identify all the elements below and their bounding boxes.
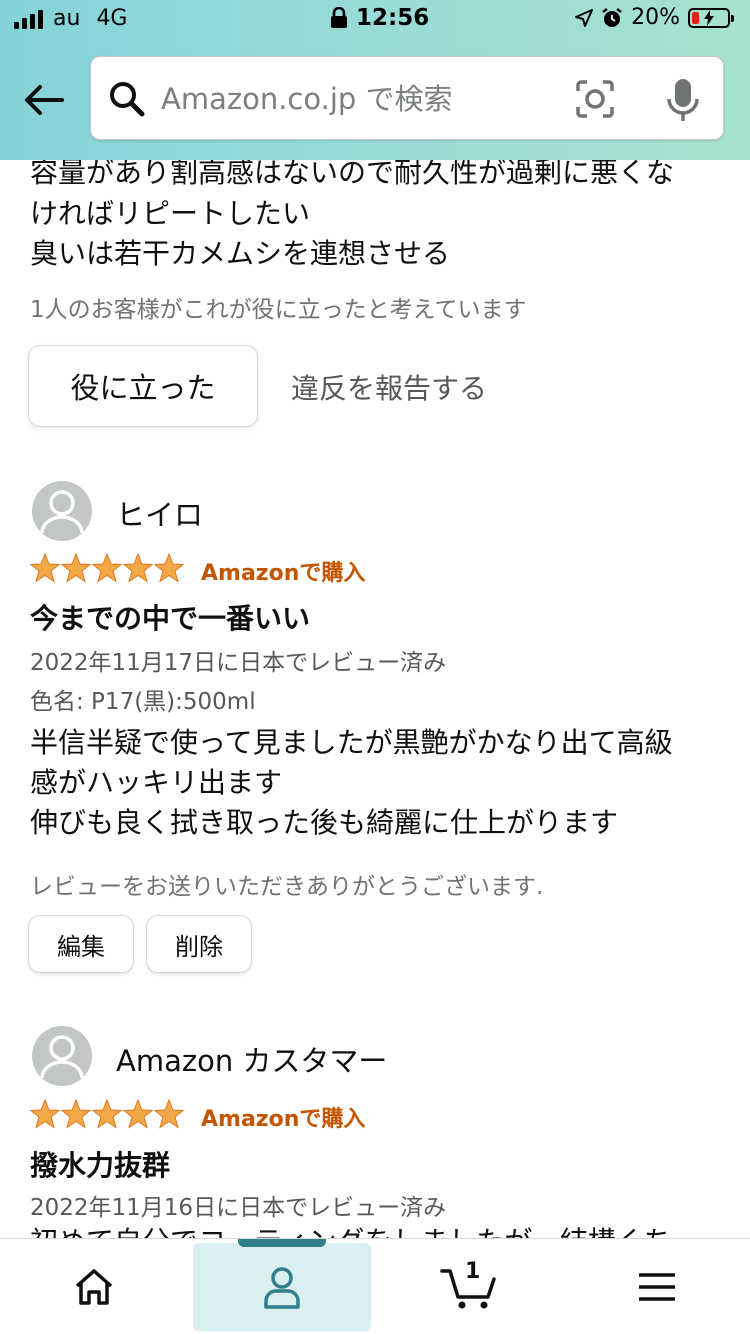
review-title: 今までの中で一番いい: [30, 602, 311, 635]
cart-count: 1: [465, 1259, 481, 1284]
home-icon: [75, 1269, 113, 1305]
nav-account[interactable]: [193, 1239, 371, 1334]
star-icon: [92, 553, 122, 583]
star-icon: [30, 1099, 60, 1129]
status-right: 20%: [575, 5, 734, 30]
review-body-line: 容量があり割高感はないので耐久性が過剰に悪くな: [30, 160, 675, 189]
avatar: [32, 1026, 92, 1086]
menu-icon: [639, 1273, 675, 1301]
star-icon: [154, 1099, 184, 1129]
user-silhouette-icon: [40, 1035, 84, 1079]
reviewer-name[interactable]: ヒイロ: [116, 492, 203, 534]
edit-button[interactable]: 編集: [28, 915, 134, 973]
search-box[interactable]: [90, 56, 724, 140]
battery-fill: [692, 11, 699, 24]
camera-scan-icon[interactable]: [575, 79, 615, 119]
clock: 12:56: [356, 5, 430, 31]
account-icon: [264, 1267, 300, 1309]
header: au 4G 12:56 20%: [0, 0, 750, 160]
status-center: 12:56: [330, 5, 429, 31]
review-body-line: 半信半疑で使って見ましたが黒艶がかなり出て高級: [30, 726, 673, 759]
battery-icon: [688, 7, 734, 28]
bottom-nav: 1: [0, 1238, 750, 1334]
verified-purchase-badge: Amazonで購入: [201, 1107, 366, 1132]
nav-home[interactable]: [0, 1239, 188, 1334]
helpful-count-text: 1人のお客様がこれが役に立ったと考えています: [30, 297, 527, 323]
star-icon: [123, 1099, 153, 1129]
battery-percent: 20%: [631, 5, 680, 30]
star-icon: [154, 553, 184, 583]
back-button[interactable]: [22, 78, 66, 122]
search-icon: [110, 82, 145, 117]
nav-menu[interactable]: [564, 1239, 750, 1334]
review-body-line: ければリピートしたい: [30, 197, 311, 230]
reviewer-name[interactable]: Amazon カスタマー: [116, 1038, 387, 1080]
star-rating: [30, 553, 184, 583]
signal-bars-icon: [14, 9, 43, 29]
star-rating: [30, 1099, 184, 1129]
review-title: 撥水力抜群: [30, 1149, 171, 1182]
back-arrow-icon: [25, 85, 64, 115]
lock-icon: [331, 7, 347, 28]
nav-cart[interactable]: 1: [376, 1239, 564, 1334]
carrier-label: au: [53, 6, 81, 31]
star-icon: [61, 553, 91, 583]
helpful-button[interactable]: 役に立った: [28, 345, 258, 427]
star-icon: [61, 1099, 91, 1129]
star-icon: [30, 553, 60, 583]
review-body-line: 感がハッキリ出ます: [30, 766, 283, 799]
review-date: 2022年11月17日に日本でレビュー済み: [30, 650, 447, 676]
alarm-icon: [602, 7, 622, 27]
user-silhouette-icon: [40, 490, 84, 534]
review-body-line: 臭いは若干カメムシを連想させる: [30, 237, 451, 270]
thanks-message: レビューをお送りいただきありがとうございます.: [30, 874, 544, 900]
review-variant[interactable]: 色名: P17(黒):500ml: [30, 682, 256, 716]
network-label: 4G: [96, 6, 128, 31]
amazon-review-screen: au 4G 12:56 20% Amazon.co.jp で検索 容量があり割高…: [0, 0, 750, 1334]
verified-purchase-badge: Amazonで購入: [201, 561, 366, 586]
star-icon: [123, 553, 153, 583]
delete-button[interactable]: 削除: [146, 915, 252, 973]
status-bar: au 4G 12:56 20%: [0, 0, 750, 40]
review-date: 2022年11月16日に日本でレビュー済み: [30, 1195, 447, 1221]
location-arrow-icon: [575, 8, 594, 27]
avatar: [32, 481, 92, 541]
report-abuse-link[interactable]: 違反を報告する: [291, 367, 487, 407]
status-left: au 4G: [14, 6, 127, 31]
review-body-line: 伸びも良く拭き取った後も綺麗に仕上がります: [30, 806, 619, 839]
search-input[interactable]: [161, 75, 541, 123]
microphone-icon[interactable]: [665, 77, 701, 123]
review-list[interactable]: 容量があり割高感はないので耐久性が過剰に悪くな ければリピートしたい 臭いは若干…: [0, 160, 750, 1240]
star-icon: [92, 1099, 122, 1129]
